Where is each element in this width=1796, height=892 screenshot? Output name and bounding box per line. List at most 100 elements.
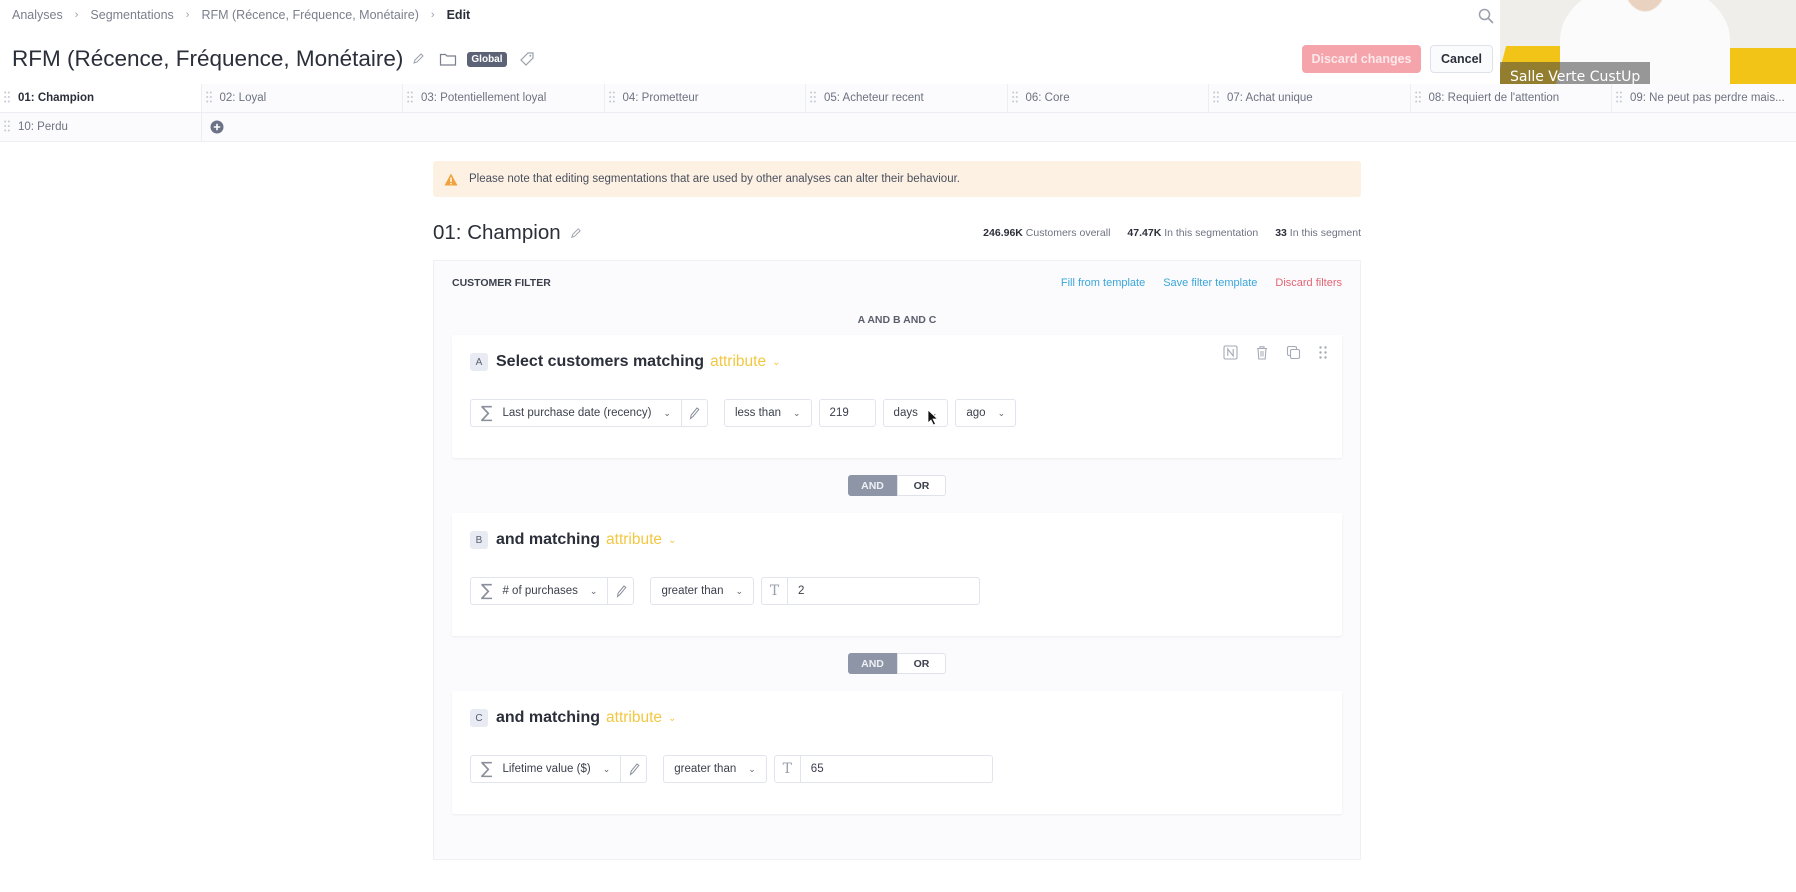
edit-attribute-button[interactable] xyxy=(607,577,635,605)
tab-label: 09: Ne peut pas perdre mais... xyxy=(1630,92,1785,104)
attribute-select[interactable]: ∑ # of purchases ⌄ xyxy=(470,577,608,605)
drag-handle-icon[interactable] xyxy=(1616,91,1622,106)
folder-icon[interactable] xyxy=(439,52,457,67)
or-toggle[interactable]: OR xyxy=(897,653,946,674)
block-type-select[interactable]: attribute xyxy=(606,531,662,549)
pencil-icon xyxy=(690,407,700,420)
copy-icon[interactable] xyxy=(1286,345,1301,360)
drag-handle-icon[interactable] xyxy=(1011,91,1018,106)
chevron-down-icon[interactable]: ⌄ xyxy=(668,535,676,546)
logic-toggle: AND OR xyxy=(452,458,1342,513)
tab-segment-01[interactable]: 01: Champion xyxy=(0,84,202,112)
attribute-value: # of purchases xyxy=(502,585,578,597)
block-type-select[interactable]: attribute xyxy=(710,353,766,371)
drag-handle-icon[interactable] xyxy=(407,91,413,106)
drag-handle-icon[interactable] xyxy=(4,120,10,135)
drag-handle-icon[interactable] xyxy=(810,91,816,106)
text-type-icon: T xyxy=(775,756,801,782)
attribute-value: Lifetime value ($) xyxy=(502,763,591,775)
cancel-button[interactable]: Cancel xyxy=(1430,45,1493,73)
block-type-select[interactable]: attribute xyxy=(606,709,662,727)
drag-handle-icon[interactable] xyxy=(1318,345,1328,360)
breadcrumb-segmentations[interactable]: Segmentations xyxy=(90,8,173,22)
logic-toggle: AND OR xyxy=(452,636,1342,691)
tab-label: 04: Prometteur xyxy=(622,92,699,104)
edit-attribute-button[interactable] xyxy=(680,399,708,427)
drag-handle-icon[interactable] xyxy=(608,91,615,106)
pencil-icon[interactable] xyxy=(411,52,425,66)
drag-handle-icon[interactable] xyxy=(4,91,10,106)
unit-value: days xyxy=(893,407,918,419)
tab-segment-02[interactable]: 02: Loyal xyxy=(201,84,403,112)
chevron-right-icon: › xyxy=(430,9,435,21)
operator-select[interactable]: less than ⌄ xyxy=(723,399,812,427)
pencil-icon[interactable] xyxy=(569,227,582,240)
search-icon[interactable] xyxy=(1477,7,1495,25)
attribute-value: Last purchase date (recency) xyxy=(502,407,652,419)
value-text: 219 xyxy=(829,407,849,419)
operator-value: greater than xyxy=(674,763,737,775)
tab-label: 10: Perdu xyxy=(18,121,68,133)
mouse-cursor-icon xyxy=(927,409,939,426)
notion-icon[interactable] xyxy=(1223,345,1238,360)
segment-stats: 246.96K Customers overall 47.47K In this… xyxy=(966,227,1361,239)
block-title: and matching xyxy=(496,709,601,726)
attribute-select[interactable]: ∑ Last purchase date (recency) ⌄ xyxy=(470,399,681,427)
stat-in-segment: 33 In this segment xyxy=(1275,227,1361,239)
fill-from-template-link[interactable]: Fill from template xyxy=(1061,277,1145,289)
condition-row: ∑ Lifetime value ($) ⌄ greater than ⌄ T 65 xyxy=(470,755,1324,783)
attribute-select[interactable]: ∑ Lifetime value ($) ⌄ xyxy=(470,755,621,783)
global-badge: Global xyxy=(467,51,507,67)
value-input[interactable]: T2 xyxy=(761,577,981,605)
breadcrumb-analyses[interactable]: Analyses xyxy=(12,8,63,22)
tab-label: 07: Achat unique xyxy=(1227,92,1313,104)
edit-attribute-button[interactable] xyxy=(620,755,648,783)
save-filter-template-link[interactable]: Save filter template xyxy=(1163,277,1257,289)
discard-changes-button[interactable]: Discard changes xyxy=(1302,45,1421,73)
chevron-right-icon: › xyxy=(74,9,79,21)
tab-segment-04[interactable]: 04: Prometteur xyxy=(604,84,806,112)
chevron-down-icon: ⌄ xyxy=(748,763,756,774)
or-toggle[interactable]: OR xyxy=(897,475,946,496)
chevron-down-icon: ⌄ xyxy=(663,407,671,418)
filter-block-b: B and matching attribute ⌄ ∑ # of purchas… xyxy=(452,513,1342,636)
and-toggle[interactable]: AND xyxy=(848,475,897,496)
tab-segment-06[interactable]: 06: Core xyxy=(1007,84,1209,112)
operator-select[interactable]: greater than ⌄ xyxy=(663,755,767,783)
tab-segment-03[interactable]: 03: Potentiellement loyal xyxy=(403,84,605,112)
direction-select[interactable]: ago ⌄ xyxy=(955,399,1017,427)
tab-segment-05[interactable]: 05: Acheteur recent xyxy=(806,84,1008,112)
discard-filters-link[interactable]: Discard filters xyxy=(1275,277,1342,289)
drag-handle-icon[interactable] xyxy=(1213,91,1219,106)
drag-handle-icon[interactable] xyxy=(205,91,212,106)
tab-segment-10[interactable]: 10: Perdu xyxy=(0,113,202,141)
value-input[interactable]: 219 xyxy=(818,399,876,427)
tab-label: 03: Potentiellement loyal xyxy=(421,92,547,104)
operator-select[interactable]: greater than ⌄ xyxy=(650,577,755,605)
chevron-down-icon: ⌄ xyxy=(589,585,598,596)
block-letter: C xyxy=(470,709,488,727)
and-toggle[interactable]: AND xyxy=(848,653,897,674)
warning-banner: Please note that editing segmentations t… xyxy=(433,161,1361,197)
trash-icon[interactable] xyxy=(1255,345,1269,360)
tab-segment-07[interactable]: 07: Achat unique xyxy=(1209,84,1411,112)
tab-segment-08[interactable]: 08: Requiert de l'attention xyxy=(1410,84,1612,112)
page-title: RFM (Récence, Fréquence, Monétaire) xyxy=(12,46,404,71)
segment-tabs: 01: Champion 02: Loyal 03: Potentielleme… xyxy=(0,84,1796,142)
stat-customers-overall: 246.96K Customers overall xyxy=(983,227,1111,239)
tab-segment-09[interactable]: 09: Ne peut pas perdre mais... xyxy=(1612,84,1796,112)
chevron-down-icon[interactable]: ⌄ xyxy=(668,713,676,724)
breadcrumb-segmentation[interactable]: RFM (Récence, Fréquence, Monétaire) xyxy=(201,8,418,22)
drag-handle-icon[interactable] xyxy=(1414,91,1421,106)
value-input[interactable]: T 65 xyxy=(773,755,993,783)
tag-icon[interactable] xyxy=(519,51,535,67)
breadcrumb: Analyses › Segmentations › RFM (Récence,… xyxy=(12,7,470,23)
add-segment-button[interactable] xyxy=(202,113,224,141)
chevron-down-icon[interactable]: ⌄ xyxy=(772,357,780,368)
tab-label: 08: Requiert de l'attention xyxy=(1428,92,1560,104)
block-letter: A xyxy=(470,353,488,371)
value-text: 2 xyxy=(798,585,805,597)
segment-title: 01: Champion xyxy=(433,221,561,244)
segment-editor: Please note that editing segmentations t… xyxy=(433,161,1361,860)
sigma-icon: ∑ xyxy=(481,581,493,601)
